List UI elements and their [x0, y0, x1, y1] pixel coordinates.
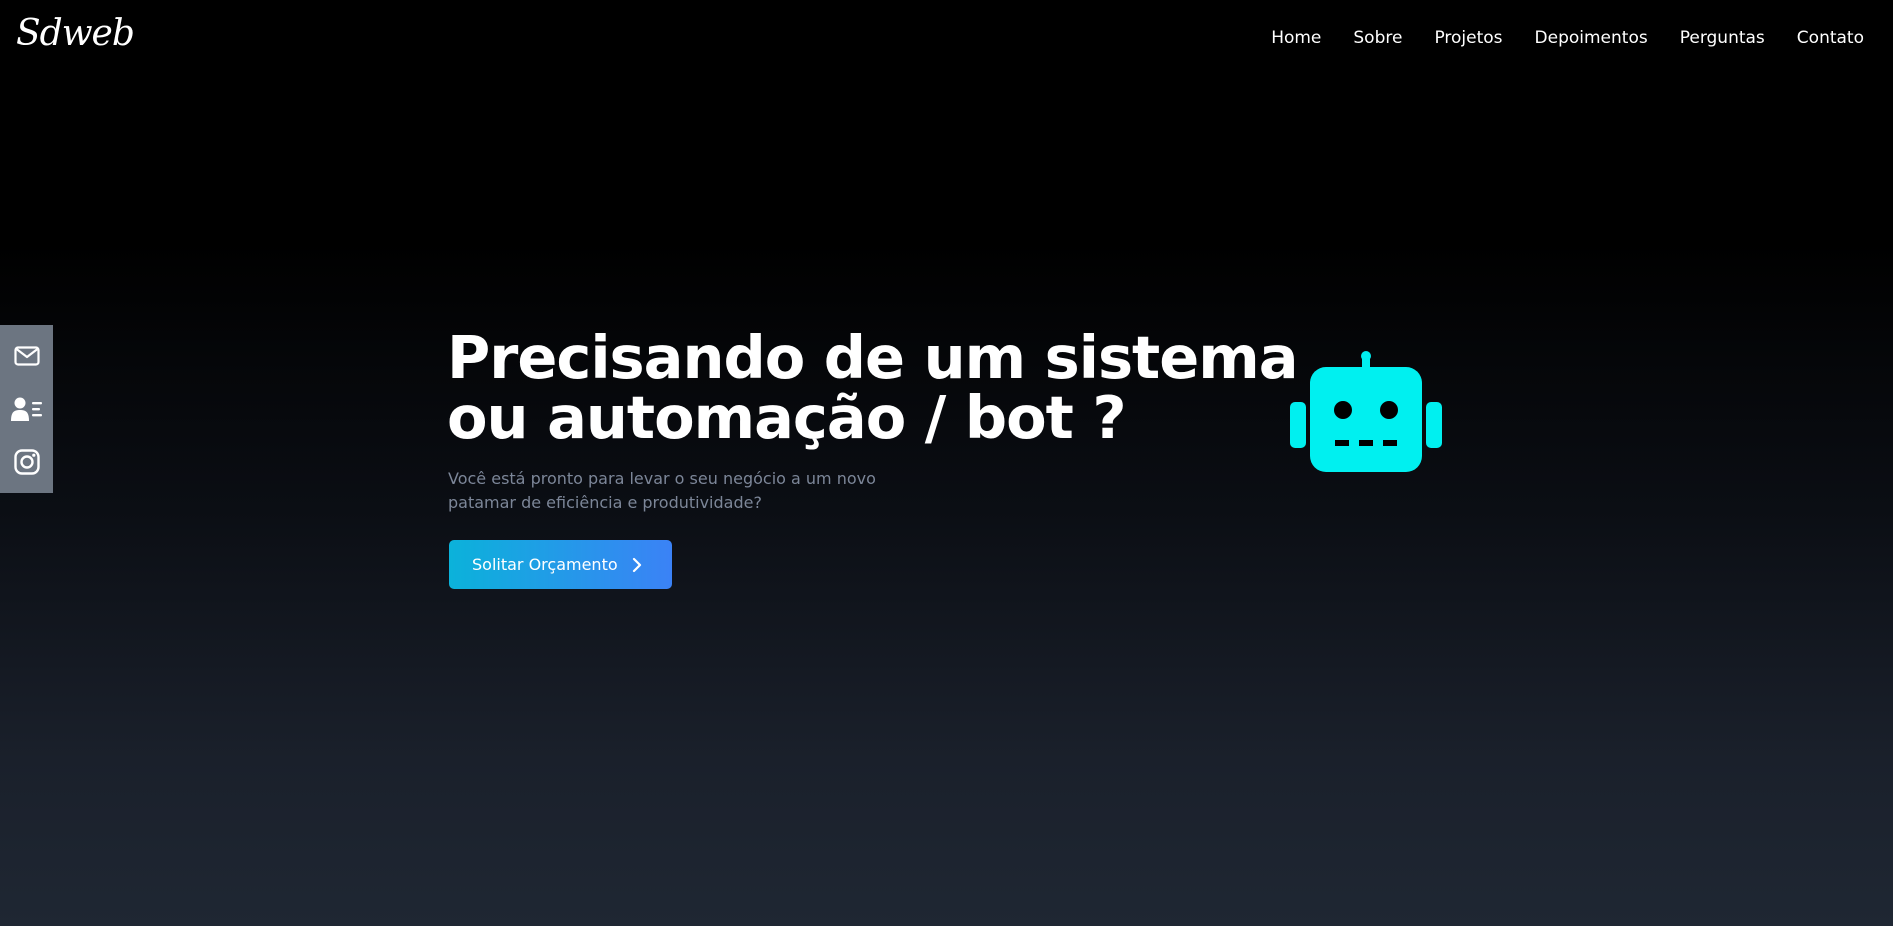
hero-title-line-2: ou automação / bot ?: [447, 383, 1127, 452]
logo[interactable]: Sdweb: [16, 8, 135, 60]
hero-description: Você está pronto para levar o seu negóci…: [448, 469, 876, 512]
request-quote-button[interactable]: Solitar Orçamento: [449, 540, 672, 589]
nav-sobre[interactable]: Sobre: [1353, 24, 1402, 52]
hero-title-line-1: Precisando de um sistema: [447, 323, 1299, 392]
contact-link[interactable]: [9, 391, 45, 427]
envelope-icon: [13, 346, 40, 366]
nav-perguntas[interactable]: Perguntas: [1680, 24, 1765, 52]
main-nav: Home Sobre Projetos Depoimentos Pergunta…: [1271, 24, 1864, 52]
request-quote-label: Solitar Orçamento: [472, 554, 618, 574]
robot-icon: [1290, 351, 1442, 472]
contact-card-icon: [10, 397, 42, 421]
hero-title: Precisando de um sistema ou automação / …: [447, 328, 1307, 448]
instagram-link[interactable]: [9, 444, 45, 480]
nav-projetos[interactable]: Projetos: [1434, 24, 1502, 52]
chevron-right-icon: [632, 557, 641, 572]
email-link[interactable]: [9, 338, 45, 374]
nav-home[interactable]: Home: [1271, 24, 1321, 52]
nav-contato[interactable]: Contato: [1797, 24, 1864, 52]
nav-depoimentos[interactable]: Depoimentos: [1535, 24, 1648, 52]
social-side-bar: [0, 325, 53, 493]
instagram-icon: [13, 449, 40, 476]
